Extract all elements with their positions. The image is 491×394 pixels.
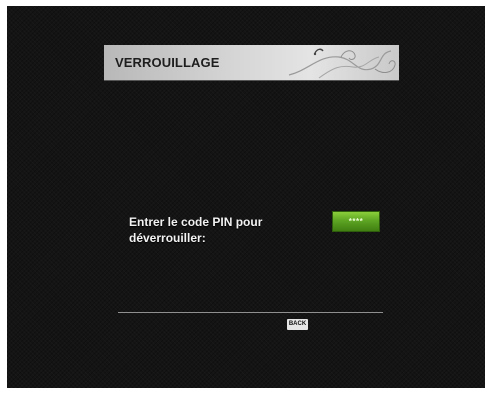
back-button[interactable]: BACK — [287, 319, 308, 330]
footer-divider — [118, 312, 383, 313]
pin-prompt-line-1: Entrer le code PIN pour — [129, 215, 263, 229]
tv-screen: VERROUILLAGE Entrer le code PIN pour dév… — [7, 6, 485, 388]
header-bar: VERROUILLAGE — [104, 45, 399, 80]
pin-prompt-label: Entrer le code PIN pour déverrouiller: — [129, 214, 299, 246]
pin-prompt-line-2: déverrouiller: — [129, 231, 206, 245]
page-title: VERROUILLAGE — [115, 55, 220, 70]
pin-input[interactable]: **** — [332, 211, 380, 232]
decorative-swirl-icon — [288, 48, 396, 79]
